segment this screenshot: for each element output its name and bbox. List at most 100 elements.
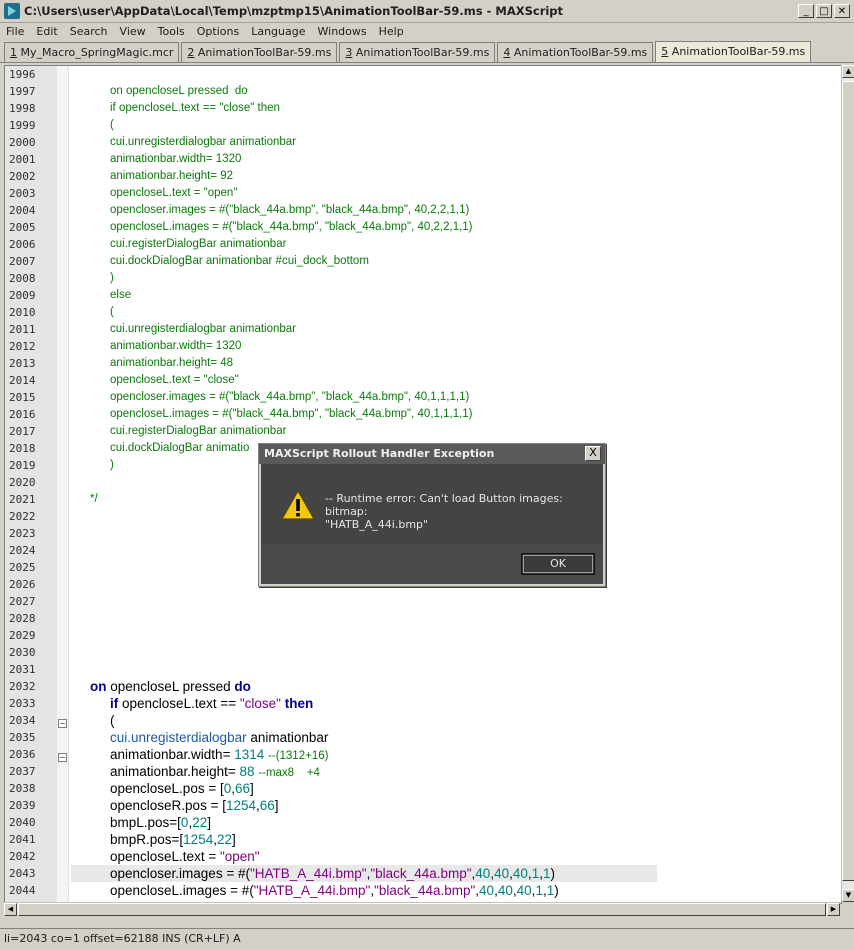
code-token: 40 [512,866,528,881]
menu-language[interactable]: Language [245,25,311,38]
file-tab-bar: 1 My_Macro_SpringMagic.mcr 2 AnimationTo… [0,41,854,63]
tab-5-active[interactable]: 5 AnimationToolBar-59.ms [655,41,812,62]
code-text: opencloseL.text = "open" [110,848,260,865]
maximize-button[interactable]: □ [816,4,832,18]
line-number: 2040 [9,816,36,829]
menu-view[interactable]: View [114,25,152,38]
code-line: 2035 cui.unregisterdialogbar animationbar [5,729,841,746]
code-line: 2002 animationbar.height= 92 [5,168,841,185]
code-token: "open" [219,849,260,864]
line-number: 2017 [9,425,36,438]
line-number: 2026 [9,578,36,591]
ok-button[interactable]: OK [521,553,595,575]
code-token: ) [550,866,555,881]
tab-label: AnimationToolBar-59.ms [355,46,490,59]
minimize-button[interactable]: _ [798,4,814,18]
line-number: 2009 [9,289,36,302]
vertical-scrollbar[interactable]: ▲ ▼ [841,65,854,902]
code-text: opencloser.images = #("black_44a.bmp", "… [110,204,470,216]
code-token: opencloseL.pos = [ [110,781,224,796]
code-token: animationbar [250,730,329,745]
fold-toggle-icon[interactable]: − [58,719,67,728]
code-token: 40 [497,883,513,898]
code-line: 2044 opencloseL.images = #("HATB_A_44i.bm… [5,882,841,899]
maxscript-app-icon [4,3,20,19]
line-number: 2011 [9,323,36,336]
line-number: 2034 [9,714,36,727]
code-line: 2000 cui.unregisterdialogbar animationbar [5,134,841,151]
code-token: opencloseL.images = #( [110,883,254,898]
code-line: 2007 cui.dockDialogBar animationbar #cui_… [5,253,841,270]
code-token: animationbar.width= [110,747,231,762]
line-number: 2001 [9,153,36,166]
tab-3[interactable]: 3 AnimationToolBar-59.ms [339,42,496,62]
code-token: 1314 [234,747,265,762]
code-text: cui.registerDialogBar animationbar [110,425,287,437]
vertical-scroll-thumb[interactable] [842,81,854,881]
menu-options[interactable]: Options [191,25,245,38]
code-token: then [284,696,314,711]
line-number: 2012 [9,340,36,353]
scroll-up-icon[interactable]: ▲ [842,65,854,78]
code-token: on [90,679,107,694]
line-number: 2041 [9,833,36,846]
line-number: 2013 [9,357,36,370]
scroll-down-icon[interactable]: ▼ [842,889,854,902]
code-text: opencloser.images = #("HATB_A_44i.bmp","… [110,865,555,882]
menu-edit[interactable]: Edit [30,25,63,38]
line-number: 2015 [9,391,36,404]
line-number: 2039 [9,799,36,812]
dialog-message: -- Runtime error: Can't load Button imag… [325,492,595,531]
code-text: opencloser.images = #("black_44a.bmp", "… [110,391,470,403]
dialog-close-button[interactable]: X [585,446,601,461]
tab-2[interactable]: 2 AnimationToolBar-59.ms [181,42,338,62]
code-text: */ [90,493,98,505]
dialog-body: -- Runtime error: Can't load Button imag… [261,464,603,544]
horizontal-scroll-thumb[interactable] [18,903,826,916]
line-number: 2029 [9,629,36,642]
window-title: C:\Users\user\AppData\Local\Temp\mzptmp1… [24,4,564,18]
line-number: 1999 [9,119,36,132]
line-number: 2023 [9,527,36,540]
menu-file[interactable]: File [0,25,30,38]
tab-1[interactable]: 1 My_Macro_SpringMagic.mcr [4,42,180,62]
close-button[interactable]: ✕ [834,4,850,18]
line-number: 2016 [9,408,36,421]
code-line: 2043 opencloser.images = #("HATB_A_44i.bm… [5,865,841,882]
scroll-right-icon[interactable]: ▶ [827,903,840,916]
menu-windows[interactable]: Windows [312,25,373,38]
code-token: if [110,696,119,711]
code-line: 2004 opencloser.images = #("black_44a.bmp… [5,202,841,219]
code-line: 2039 opencloseR.pos = [1254,66] [5,797,841,814]
code-line: 2040 bmpL.pos=[0,22] [5,814,841,831]
code-line: 2006 cui.registerDialogBar animationbar [5,236,841,253]
tab-number: 1 [10,46,17,59]
tab-label: AnimationToolBar-59.ms [513,46,648,59]
menu-search[interactable]: Search [64,25,114,38]
scroll-left-icon[interactable]: ◀ [4,903,17,916]
code-line: 2003 opencloseL.text = "open" [5,185,841,202]
code-text: cui.dockDialogBar animationbar #cui_dock… [110,255,369,267]
code-token: 1 [535,883,543,898]
code-text: cui.unregisterdialogbar animationbar [110,729,328,746]
line-number: 2042 [9,850,36,863]
code-line: 2034 ( [5,712,841,729]
code-line: 2041 bmpR.pos=[1254,22] [5,831,841,848]
horizontal-scrollbar[interactable]: ◀ ▶ [4,902,840,916]
code-line: 2037 animationbar.height= 88 --max8 +4 [5,763,841,780]
code-text: bmpL.pos=[0,22] [110,814,211,831]
menu-tools[interactable]: Tools [152,25,191,38]
menu-help[interactable]: Help [373,25,410,38]
code-token: "HATB_A_44i.bmp" [249,866,367,881]
dialog-message-line-2: "HATB_A_44i.bmp" [325,518,429,531]
fold-toggle-icon[interactable]: − [58,753,67,762]
line-number: 2031 [9,663,36,676]
line-number: 1996 [9,68,36,81]
tab-number: 2 [187,46,195,59]
code-token: opencloser.images = #( [110,866,250,881]
tab-label: My_Macro_SpringMagic.mcr [20,46,174,59]
tab-4[interactable]: 4 AnimationToolBar-59.ms [497,42,654,62]
line-number: 2028 [9,612,36,625]
code-line: 2017 cui.registerDialogBar animationbar [5,423,841,440]
code-token: "HATB_A_44i.bmp" [253,883,371,898]
